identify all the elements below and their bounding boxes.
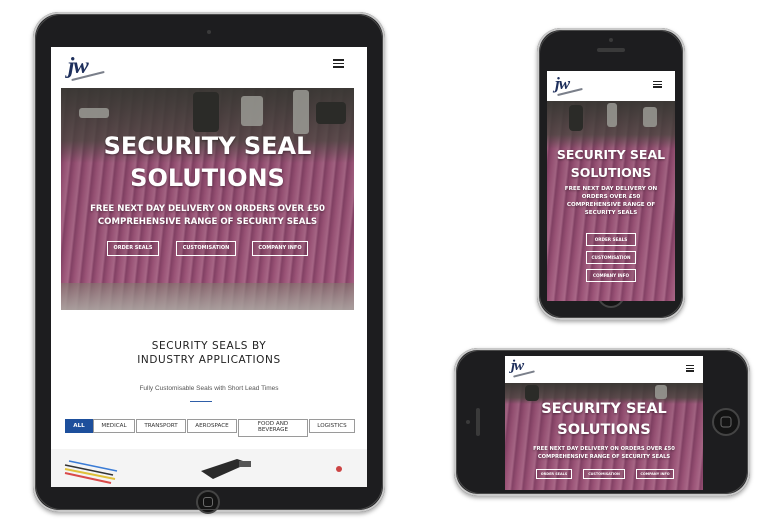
phone-landscape-home-button-icon[interactable]	[712, 408, 740, 436]
product-seals-image	[64, 459, 342, 484]
phone-portrait-hero-title-line2: SOLUTIONS	[570, 165, 652, 180]
phone-portrait-company-info-button[interactable]: COMPANY INFO	[586, 269, 636, 282]
tablet-logo[interactable]: jw	[68, 53, 105, 82]
section-title-line2: INDUSTRY APPLICATIONS	[137, 354, 281, 366]
phone-landscape-device-frame: jw SECURITY SEAL SOLUTIONS FREE NEXT DAY…	[454, 348, 750, 496]
phone-landscape-hamburger-menu-icon[interactable]	[686, 365, 694, 372]
phone-landscape-logo[interactable]: jw	[511, 358, 535, 378]
tablet-company-info-button[interactable]: COMPANY INFO	[252, 241, 308, 256]
phone-portrait-logo[interactable]: jw	[555, 74, 583, 97]
phone-landscape-hero-title-line1: SECURITY SEAL	[541, 401, 667, 417]
phone-landscape-hero-subtitle-line2: COMPREHENSIVE RANGE OF SECURITY SEALS	[537, 454, 671, 460]
tablet-hero-title-line1: SECURITY SEAL	[103, 132, 312, 160]
tablet-order-seals-button[interactable]: ORDER SEALS	[107, 241, 159, 256]
phone-portrait-hero-title-line1: SECURITY SEAL	[556, 147, 666, 162]
phone-landscape-camera-icon	[466, 420, 470, 424]
tablet-hero-subtitle-line2: COMPREHENSIVE RANGE OF SECURITY SEALS	[97, 217, 318, 227]
phone-portrait-screen: jw SECURITY SEAL SOLUTIONS FREE NEXT DAY…	[547, 71, 675, 301]
tablet-site-header: jw	[51, 47, 367, 88]
phone-landscape-site-header: jw	[505, 356, 703, 383]
filter-transport[interactable]: TRANSPORT	[136, 419, 186, 433]
tablet-customisation-button[interactable]: CUSTOMISATION	[176, 241, 236, 256]
phone-portrait-hero-banner: SECURITY SEAL SOLUTIONS FREE NEXT DAY DE…	[547, 101, 675, 301]
phone-portrait-order-seals-button[interactable]: ORDER SEALS	[586, 233, 636, 246]
phone-portrait-hero-subtitle-line4: SECURITY SEALS	[584, 210, 638, 216]
tablet-hero-subtitle-line1: FREE NEXT DAY DELIVERY ON ORDERS OVER £5…	[90, 204, 325, 214]
phone-landscape-speaker	[476, 408, 480, 436]
section-divider	[190, 401, 212, 402]
phone-landscape-screen: jw SECURITY SEAL SOLUTIONS FREE NEXT DAY…	[505, 356, 703, 490]
filter-medical[interactable]: MEDICAL	[93, 419, 135, 433]
phone-portrait-speaker	[597, 48, 625, 52]
phone-landscape-customisation-button[interactable]: CUSTOMISATION	[583, 469, 625, 479]
section-subtitle: Fully Customisable Seals with Short Lead…	[139, 385, 279, 392]
tablet-hero-banner: SECURITY SEAL SOLUTIONS FREE NEXT DAY DE…	[61, 88, 354, 310]
phone-landscape-order-seals-button[interactable]: ORDER SEALS	[536, 469, 572, 479]
filter-aerospace[interactable]: AEROSPACE	[187, 419, 237, 433]
phone-landscape-hero-title-line2: SOLUTIONS	[557, 422, 651, 438]
tablet-home-button-icon[interactable]	[196, 490, 220, 514]
product-images-strip	[51, 449, 367, 487]
phone-landscape-hero-banner: SECURITY SEAL SOLUTIONS FREE NEXT DAY DE…	[505, 383, 703, 490]
filter-logistics[interactable]: LOGISTICS	[309, 419, 355, 433]
phone-portrait-hamburger-menu-icon[interactable]	[653, 81, 662, 88]
phone-portrait-customisation-button[interactable]: CUSTOMISATION	[586, 251, 636, 264]
tablet-hero-title-line2: SOLUTIONS	[130, 164, 285, 192]
tablet-screen: jw SECURITY SEAL SOLUTIONS FREE NEXT DAY…	[51, 47, 367, 487]
phone-landscape-company-info-button[interactable]: COMPANY INFO	[636, 469, 674, 479]
filter-food-and-beverage[interactable]: FOOD AND BEVERAGE	[238, 419, 308, 437]
section-title-line1: SECURITY SEALS BY	[151, 340, 267, 352]
tablet-camera-icon	[207, 30, 211, 34]
phone-portrait-hero-subtitle-line2: ORDERS OVER £50	[581, 194, 641, 200]
phone-portrait-site-header: jw	[547, 71, 675, 101]
phone-portrait-hero-subtitle-line1: FREE NEXT DAY DELIVERY ON	[564, 186, 658, 192]
phone-portrait-camera-icon	[609, 38, 613, 42]
tablet-device-frame: jw SECURITY SEAL SOLUTIONS FREE NEXT DAY…	[33, 12, 385, 514]
phone-portrait-device-frame: jw SECURITY SEAL SOLUTIONS FREE NEXT DAY…	[537, 28, 685, 320]
tablet-hamburger-menu-icon[interactable]	[333, 59, 344, 68]
phone-portrait-hero-subtitle-line3: COMPREHENSIVE RANGE OF	[566, 202, 656, 208]
phone-landscape-hero-subtitle-line1: FREE NEXT DAY DELIVERY ON ORDERS OVER £5…	[533, 446, 675, 452]
filter-all[interactable]: ALL	[65, 419, 93, 433]
